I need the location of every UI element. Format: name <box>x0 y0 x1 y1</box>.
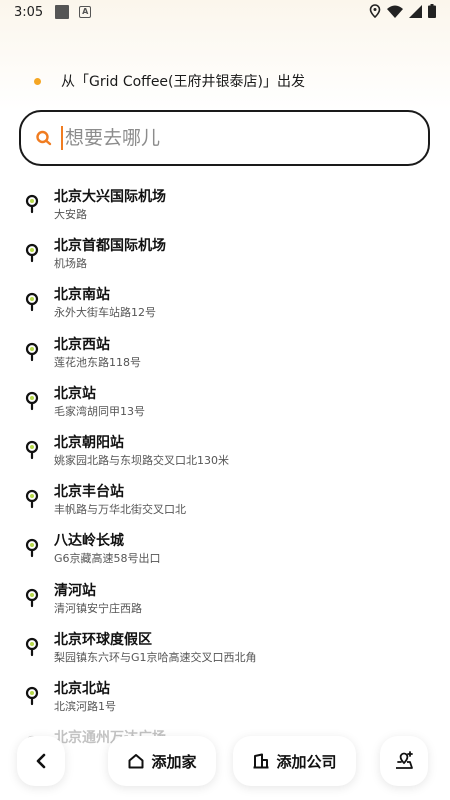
suggestion-list: 北京大兴国际机场 大安路 北京首都国际机场 机场路 北京南站 永外大街车站路12号 北京西站… <box>0 184 450 774</box>
suggestion-address: 梨园镇东六环与G1京哈高速交叉口西北角 <box>54 650 257 664</box>
suggestion-item[interactable]: 北京环球度假区梨园镇东六环与G1京哈高速交叉口西北角 <box>0 627 450 676</box>
location-pin-icon <box>25 194 39 214</box>
suggestion-address: 北滨河路1号 <box>54 699 116 713</box>
square-icon <box>55 5 70 19</box>
suggestion-address: 大安路 <box>54 208 87 221</box>
departure-origin[interactable]: 从「Grid Coffee(王府井银泰店)」出发 <box>34 70 305 92</box>
suggestion-address: 机场路 <box>54 257 87 271</box>
status-bar: 3:05 A <box>0 0 450 24</box>
back-button[interactable] <box>17 736 65 786</box>
suggestion-item[interactable]: 八达岭长城 G6京藏高速58号出口 <box>0 528 450 577</box>
location-pin-icon <box>25 637 39 656</box>
suggestion-name: 北京西站 <box>54 336 110 353</box>
signal-icon <box>409 4 422 18</box>
add-home-button[interactable]: 添加家 <box>108 736 216 786</box>
suggestion-name: 北京大兴国际机场 <box>54 189 166 205</box>
suggestion-address: 姚家园北路与东坝路交叉口北130米 <box>54 453 229 467</box>
suggestion-name: 北京环球度假区 <box>54 631 152 648</box>
add-home-label: 添加家 <box>151 752 197 771</box>
origin-text: 从「Grid Coffee(王府井银泰店)」出发 <box>61 74 305 90</box>
suggestion-name: 八达岭长城 <box>54 533 124 550</box>
a-badge-icon: A <box>79 6 92 18</box>
suggestion-address: 毛家湾胡同甲13号 <box>54 404 145 418</box>
chevron-left-icon <box>36 753 46 769</box>
add-company-label: 添加公司 <box>276 752 337 771</box>
suggestion-name: 清河站 <box>54 582 96 599</box>
location-pin-icon <box>25 686 39 705</box>
location-pin-icon <box>25 588 39 607</box>
suggestion-item[interactable]: 北京大兴国际机场 大安路 <box>0 184 450 233</box>
suggestion-name: 北京北站 <box>54 680 110 697</box>
building-icon <box>253 753 269 769</box>
bottom-bar: 添加家 添加公司 <box>0 732 450 792</box>
location-pin-icon <box>25 440 39 460</box>
location-pin-icon <box>25 391 39 410</box>
suggestion-address: 永外大街车站路12号 <box>54 306 156 320</box>
search-input[interactable] <box>65 127 385 149</box>
suggestion-address: G6京藏高速58号出口 <box>54 552 161 566</box>
house-icon <box>128 754 144 769</box>
suggestion-name: 北京朝阳站 <box>54 434 124 451</box>
origin-dot-icon <box>34 77 41 85</box>
add-company-button[interactable]: 添加公司 <box>233 736 356 786</box>
suggestion-address: 丰帆路与万华北街交叉口北 <box>54 503 186 517</box>
status-time: 3:05 <box>14 4 44 20</box>
location-icon <box>369 4 381 18</box>
text-caret <box>61 126 63 150</box>
add-place-button[interactable] <box>380 736 428 786</box>
wifi-icon <box>387 5 403 18</box>
suggestion-name: 北京首都国际机场 <box>54 238 166 255</box>
suggestion-item[interactable]: 北京西站莲花池东路118号 <box>0 332 450 381</box>
battery-icon <box>428 4 436 18</box>
location-pin-icon <box>25 244 39 263</box>
suggestion-address: 莲花池东路118号 <box>54 355 141 369</box>
destination-search-box[interactable] <box>19 110 430 166</box>
suggestion-name: 北京南站 <box>54 287 110 304</box>
add-place-icon <box>396 751 413 769</box>
suggestion-item[interactable]: 清河站清河镇安宁庄西路 <box>0 578 450 627</box>
suggestion-name: 北京丰台站 <box>54 484 124 501</box>
suggestion-item[interactable]: 北京站毛家湾胡同甲13号 <box>0 381 450 430</box>
location-pin-icon <box>25 293 39 312</box>
suggestion-item[interactable]: 北京首都国际机场 机场路 <box>0 233 450 282</box>
suggestion-item[interactable]: 北京丰台站丰帆路与万华北街交叉口北 <box>0 479 450 528</box>
search-icon <box>35 129 53 147</box>
location-pin-icon <box>25 490 39 509</box>
suggestion-item[interactable]: 北京北站北滨河路1号 <box>0 676 450 725</box>
suggestion-item[interactable]: 北京南站永外大街车站路12号 <box>0 282 450 331</box>
location-pin-icon <box>25 342 39 361</box>
location-pin-icon <box>25 539 39 558</box>
suggestion-name: 北京站 <box>54 385 96 402</box>
suggestion-item[interactable]: 北京朝阳站姚家园北路与东坝路交叉口北130米 <box>0 430 450 479</box>
system-status-icons <box>369 4 436 18</box>
suggestion-address: 清河镇安宁庄西路 <box>54 601 142 615</box>
